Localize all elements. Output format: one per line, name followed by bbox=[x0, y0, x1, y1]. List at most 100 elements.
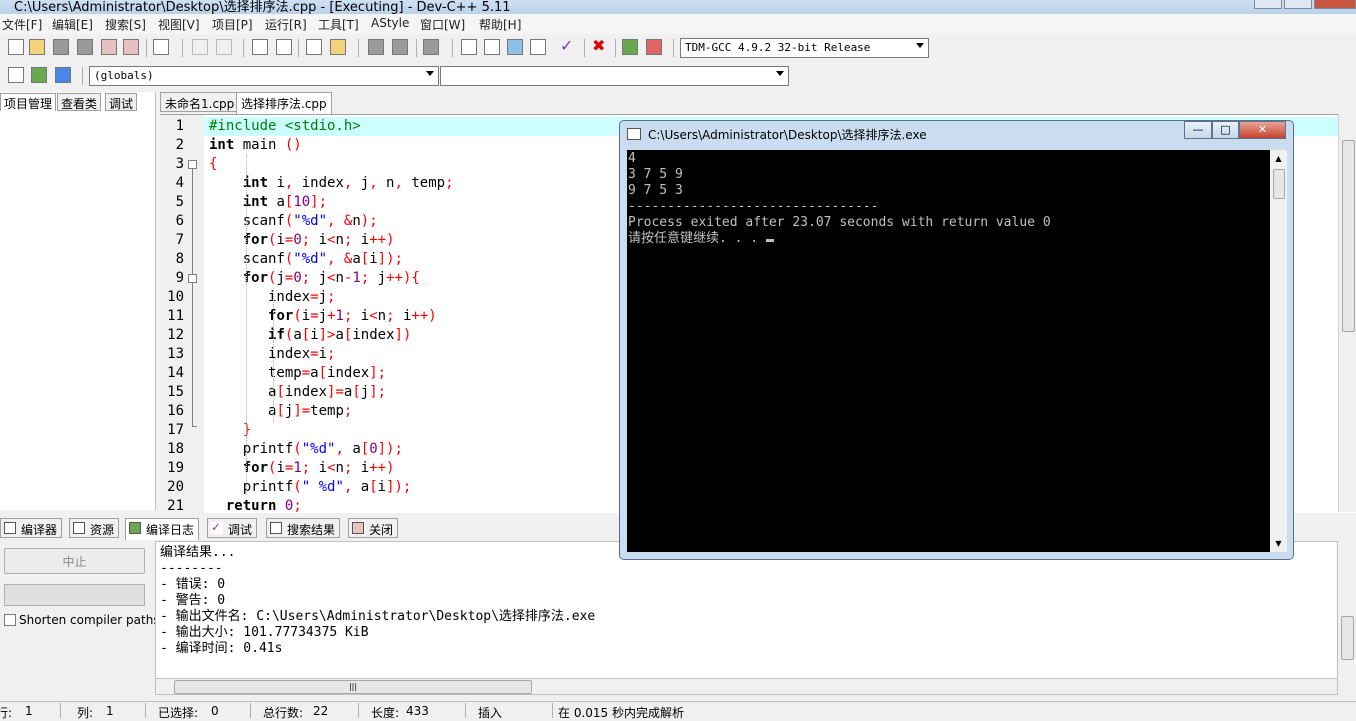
chevron-up-icon[interactable]: ▲ bbox=[1270, 150, 1287, 167]
abort-button[interactable]: 中止 bbox=[4, 548, 145, 574]
compiler-select[interactable]: TDM-GCC 4.9.2 32-bit Release bbox=[680, 38, 929, 58]
compile-log[interactable]: 编译结果... -------- - 错误: 0- 警告: 0- 输出文件名: C:… bbox=[155, 541, 1338, 679]
undo-icon[interactable] bbox=[192, 39, 208, 55]
open-file-icon[interactable] bbox=[29, 39, 45, 55]
rebuild-icon[interactable] bbox=[530, 39, 546, 55]
bookmark-icon[interactable] bbox=[392, 39, 408, 55]
tab-file-selection-sort[interactable]: 选择排序法.cpp bbox=[236, 92, 332, 114]
tab-debug-left[interactable]: 调试 bbox=[105, 93, 138, 111]
tab-debug[interactable]: ✓ 调试 bbox=[207, 518, 258, 538]
menu-view[interactable]: 视图[V] bbox=[158, 16, 200, 33]
tab-file-untitled[interactable]: 未命名1.cpp bbox=[160, 92, 240, 112]
member-select[interactable] bbox=[440, 66, 789, 86]
shorten-paths-checkbox[interactable] bbox=[4, 614, 16, 626]
console-maximize-button[interactable]: □ bbox=[1212, 121, 1239, 139]
log-scroll-thumb[interactable]: ||| bbox=[174, 680, 532, 694]
compile-icon[interactable] bbox=[461, 39, 477, 55]
code-token: return bbox=[225, 498, 277, 513]
code-token: = bbox=[310, 289, 319, 305]
line-number: 13 bbox=[167, 346, 184, 362]
console-minimize-button[interactable]: — bbox=[1184, 121, 1212, 139]
code-line: for(i=j+1; i<n; i++) bbox=[209, 307, 437, 326]
close-all-icon[interactable] bbox=[123, 39, 139, 55]
code-token: i bbox=[352, 232, 370, 248]
menu-file[interactable]: 文件[F] bbox=[2, 16, 42, 33]
check-syntax-icon[interactable]: ✓ bbox=[560, 38, 576, 55]
replace-icon[interactable] bbox=[276, 39, 292, 55]
indent-icon[interactable] bbox=[306, 39, 322, 55]
new-file-icon[interactable] bbox=[8, 39, 24, 55]
chart-icon[interactable] bbox=[622, 39, 638, 55]
close-button[interactable] bbox=[1314, 0, 1356, 9]
check-icon: ✓ bbox=[211, 520, 223, 534]
close-file-icon[interactable] bbox=[101, 39, 117, 55]
code-token: ; bbox=[360, 270, 370, 286]
log-line: - 编译时间: 0.41s bbox=[160, 641, 283, 656]
fold-toggle-main[interactable] bbox=[188, 160, 197, 169]
save-all-icon[interactable] bbox=[77, 39, 93, 55]
code-token: main bbox=[234, 137, 285, 153]
log-vscroll-thumb[interactable] bbox=[1341, 616, 1354, 660]
menu-project[interactable]: 项目[P] bbox=[212, 16, 253, 33]
menu-tools[interactable]: 工具[T] bbox=[318, 16, 359, 33]
code-token: a bbox=[310, 365, 319, 381]
menu-help[interactable]: 帮助[H] bbox=[479, 16, 521, 33]
code-token: a bbox=[352, 479, 370, 495]
add-to-project-icon[interactable] bbox=[31, 67, 47, 83]
code-token: n bbox=[377, 175, 395, 191]
log-horizontal-scrollbar[interactable]: ||| bbox=[155, 678, 1338, 695]
tab-class-browser[interactable]: 查看类 bbox=[57, 93, 102, 111]
scope-select[interactable]: (globals) bbox=[89, 66, 439, 86]
code-token: 1 bbox=[352, 270, 361, 286]
menu-edit[interactable]: 编辑[E] bbox=[52, 16, 93, 33]
tab-project-manager[interactable]: 项目管理 bbox=[0, 93, 57, 111]
save-icon[interactable] bbox=[53, 39, 69, 55]
code-token: ]; bbox=[310, 194, 328, 210]
log-vertical-scrollbar[interactable] bbox=[1338, 541, 1356, 695]
menu-run[interactable]: 运行[R] bbox=[265, 16, 307, 33]
line-number: 4 bbox=[175, 175, 184, 191]
find-icon[interactable] bbox=[252, 39, 268, 55]
code-token: i bbox=[310, 460, 328, 476]
chevron-down-icon[interactable]: ▼ bbox=[1270, 535, 1287, 552]
console-vertical-scrollbar[interactable]: ▲ ▼ bbox=[1270, 150, 1287, 552]
compile-run-icon[interactable] bbox=[507, 39, 523, 55]
unindent-icon[interactable] bbox=[330, 39, 346, 55]
console-close-button[interactable]: ✕ bbox=[1239, 121, 1286, 139]
comment-icon[interactable] bbox=[423, 39, 439, 55]
new-project-icon[interactable] bbox=[8, 67, 24, 83]
run-icon[interactable] bbox=[484, 39, 500, 55]
tab-resources[interactable]: 资源 bbox=[69, 518, 120, 538]
status-lines-value: 22 bbox=[313, 704, 329, 718]
maximize-button[interactable] bbox=[1284, 0, 1312, 9]
menu-astyle[interactable]: AStyle bbox=[371, 16, 409, 30]
line-number: 9 bbox=[175, 270, 184, 286]
minimize-button[interactable] bbox=[1254, 0, 1282, 9]
project-options-icon[interactable] bbox=[55, 67, 71, 83]
code-token: [ bbox=[301, 327, 311, 343]
editor-vertical-scrollbar[interactable] bbox=[1338, 114, 1356, 512]
editor-scroll-thumb[interactable] bbox=[1342, 140, 1355, 332]
status-row-label: 行: bbox=[0, 706, 13, 720]
code-token: a bbox=[209, 384, 277, 400]
tab-search-results[interactable]: 搜索结果 bbox=[266, 518, 341, 538]
menu-search[interactable]: 搜索[S] bbox=[105, 16, 146, 33]
profile-icon[interactable] bbox=[646, 39, 662, 55]
line-number: 14 bbox=[167, 365, 184, 381]
tab-compile-log[interactable]: 编译日志 bbox=[125, 518, 200, 540]
redo-icon[interactable] bbox=[216, 39, 232, 55]
tab-resources-label: 资源 bbox=[90, 523, 115, 537]
menu-window[interactable]: 窗口[W] bbox=[420, 16, 465, 33]
print-icon[interactable] bbox=[153, 39, 169, 55]
goto-icon[interactable] bbox=[368, 39, 384, 55]
code-token: j bbox=[318, 308, 328, 324]
tab-compiler[interactable]: 编译器 bbox=[0, 518, 63, 538]
console-scroll-thumb[interactable] bbox=[1273, 169, 1285, 199]
tab-close[interactable]: 关闭 bbox=[348, 518, 399, 538]
code-token: ( bbox=[293, 441, 302, 457]
stop-icon[interactable]: ✖ bbox=[592, 38, 608, 55]
fold-toggle-for[interactable] bbox=[188, 274, 197, 283]
